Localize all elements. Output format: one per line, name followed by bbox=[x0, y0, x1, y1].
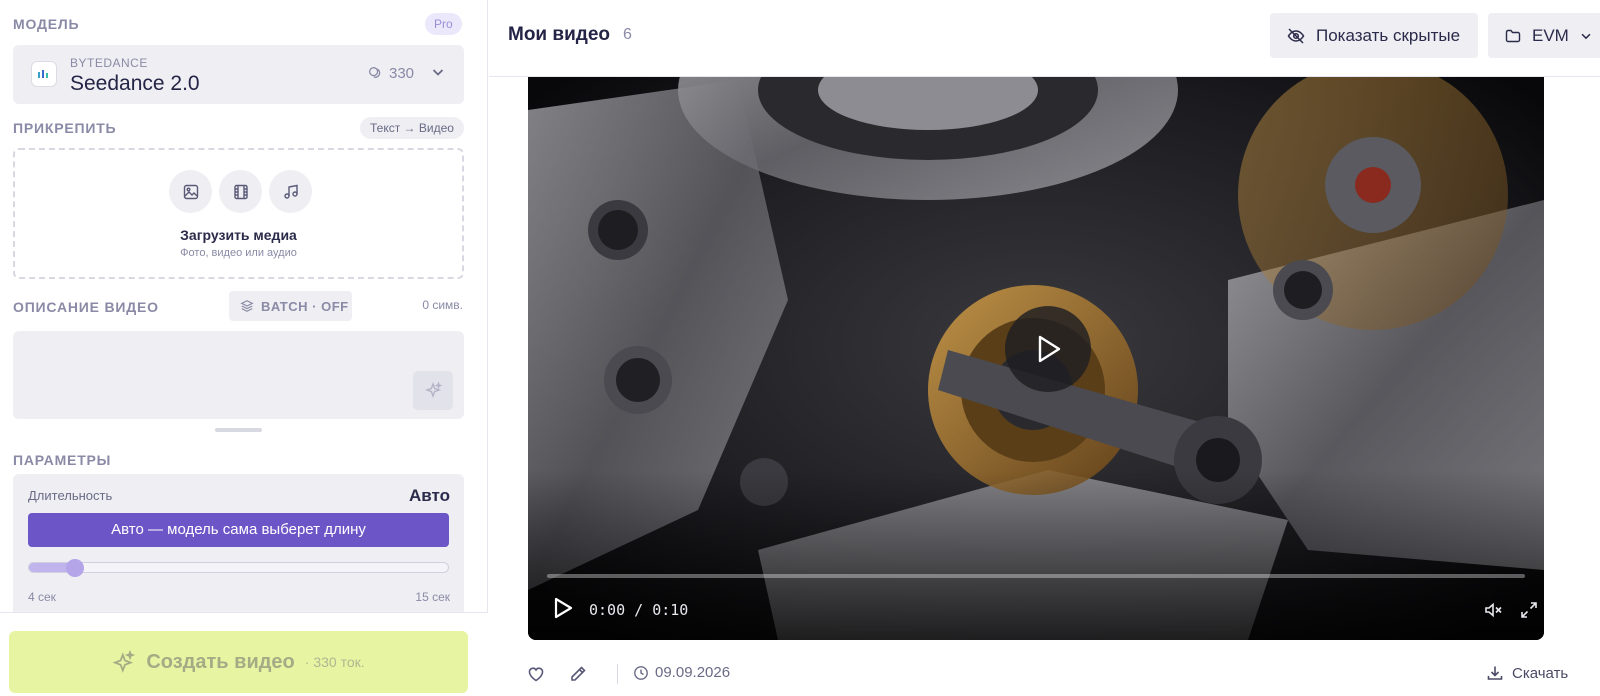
duration-max-label: 15 сек bbox=[415, 590, 450, 604]
model-name: Seedance 2.0 bbox=[70, 72, 200, 95]
pencil-icon bbox=[571, 666, 586, 681]
create-video-cost: · 330 ток. bbox=[304, 654, 365, 670]
fullscreen-icon bbox=[1521, 602, 1537, 618]
divider bbox=[617, 664, 618, 684]
description-section-title: ОПИСАНИЕ ВИДЕО bbox=[13, 299, 159, 315]
model-section-title: МОДЕЛЬ bbox=[13, 16, 80, 32]
sparkles-icon bbox=[424, 380, 443, 398]
show-hidden-label: Показать скрытые bbox=[1316, 25, 1461, 45]
video-mute-button[interactable] bbox=[1483, 600, 1503, 620]
duration-label: Длительность bbox=[28, 488, 113, 503]
upload-subtitle: Фото, видео или аудио bbox=[180, 247, 297, 259]
folder-selector[interactable]: EVM bbox=[1488, 13, 1600, 58]
video-actions-bar: 09.09.2026 Скачать bbox=[489, 650, 1600, 696]
plan-badge: Pro bbox=[425, 13, 462, 35]
layers-icon bbox=[240, 300, 254, 312]
enhance-prompt-button[interactable] bbox=[413, 371, 453, 410]
sidebar: МОДЕЛЬ Pro BYTEDANCE Seedance 2.0 330 ПР… bbox=[0, 0, 488, 696]
main-panel: Мои видео 6 Показать скрытые EVM 0:00 / … bbox=[489, 0, 1600, 696]
volume-muted-icon bbox=[1485, 602, 1502, 618]
model-cost-value: 330 bbox=[389, 65, 415, 82]
download-button[interactable]: Скачать bbox=[1486, 664, 1568, 682]
eye-off-icon bbox=[1287, 27, 1305, 44]
resize-handle[interactable] bbox=[215, 428, 262, 432]
video-play-overlay-button[interactable] bbox=[1005, 306, 1091, 392]
video-fullscreen-button[interactable] bbox=[1519, 600, 1539, 620]
batch-label: BATCH · OFF bbox=[261, 298, 349, 314]
clock-icon bbox=[634, 665, 648, 680]
mode-badge: Текст → Видео bbox=[360, 117, 464, 139]
film-icon bbox=[233, 184, 248, 199]
video-count: 6 bbox=[623, 26, 632, 43]
video-play-button[interactable] bbox=[552, 596, 574, 620]
duration-value: Авто bbox=[409, 486, 450, 505]
music-icon bbox=[283, 184, 298, 199]
heart-icon bbox=[528, 667, 544, 682]
chevron-down-icon bbox=[1581, 33, 1591, 39]
page-title: Мои видео bbox=[508, 24, 610, 45]
char-counter: 0 симв. bbox=[422, 298, 463, 312]
show-hidden-button[interactable]: Показать скрытые bbox=[1270, 13, 1478, 58]
description-input[interactable] bbox=[13, 331, 464, 419]
attach-section-title: ПРИКРЕПИТЬ bbox=[13, 120, 117, 136]
play-icon bbox=[1038, 335, 1061, 363]
image-icon bbox=[183, 184, 198, 199]
duration-slider-handle[interactable] bbox=[66, 559, 85, 577]
download-label: Скачать bbox=[1512, 664, 1569, 682]
edit-button[interactable] bbox=[568, 664, 588, 684]
duration-min-label: 4 сек bbox=[28, 590, 56, 604]
like-button[interactable] bbox=[526, 664, 546, 684]
folder-label: EVM bbox=[1532, 25, 1569, 45]
create-video-label: Создать видео bbox=[146, 650, 295, 673]
play-icon bbox=[554, 597, 573, 619]
upload-image-button[interactable] bbox=[169, 170, 212, 213]
main-header: Мои видео 6 Показать скрытые EVM bbox=[489, 0, 1600, 77]
batch-toggle[interactable]: BATCH · OFF bbox=[229, 291, 352, 321]
model-vendor: BYTEDANCE bbox=[70, 56, 148, 70]
chevron-down-icon[interactable] bbox=[430, 64, 446, 80]
upload-video-button[interactable] bbox=[219, 170, 262, 213]
sidebar-footer: Создать видео · 330 ток. bbox=[0, 612, 488, 696]
upload-title: Загрузить медиа bbox=[180, 227, 297, 243]
model-cost: 330 bbox=[368, 65, 414, 82]
video-date: 09.09.2026 bbox=[633, 664, 730, 681]
download-icon bbox=[1487, 666, 1503, 680]
duration-auto-button[interactable]: Авто — модель сама выберет длину bbox=[28, 513, 449, 547]
upload-audio-button[interactable] bbox=[269, 170, 312, 213]
params-section-title: ПАРАМЕТРЫ bbox=[13, 452, 112, 468]
create-video-button[interactable]: Создать видео · 330 ток. bbox=[9, 631, 468, 693]
model-logo-icon bbox=[31, 61, 57, 87]
coins-icon bbox=[369, 67, 381, 78]
video-date-value: 09.09.2026 bbox=[655, 664, 731, 681]
duration-panel: Длительность Авто Авто — модель сама выб… bbox=[13, 474, 464, 624]
video-timecode: 0:00 / 0:10 bbox=[589, 601, 689, 619]
video-progress-bar[interactable] bbox=[547, 574, 1525, 578]
video-player[interactable]: 0:00 / 0:10 bbox=[528, 50, 1544, 640]
folder-icon bbox=[1505, 29, 1521, 42]
duration-slider[interactable] bbox=[28, 559, 449, 577]
model-selector[interactable]: BYTEDANCE Seedance 2.0 330 bbox=[13, 45, 464, 104]
sparkles-icon bbox=[112, 650, 136, 673]
upload-dropzone[interactable]: Загрузить медиа Фото, видео или аудио bbox=[13, 148, 464, 279]
